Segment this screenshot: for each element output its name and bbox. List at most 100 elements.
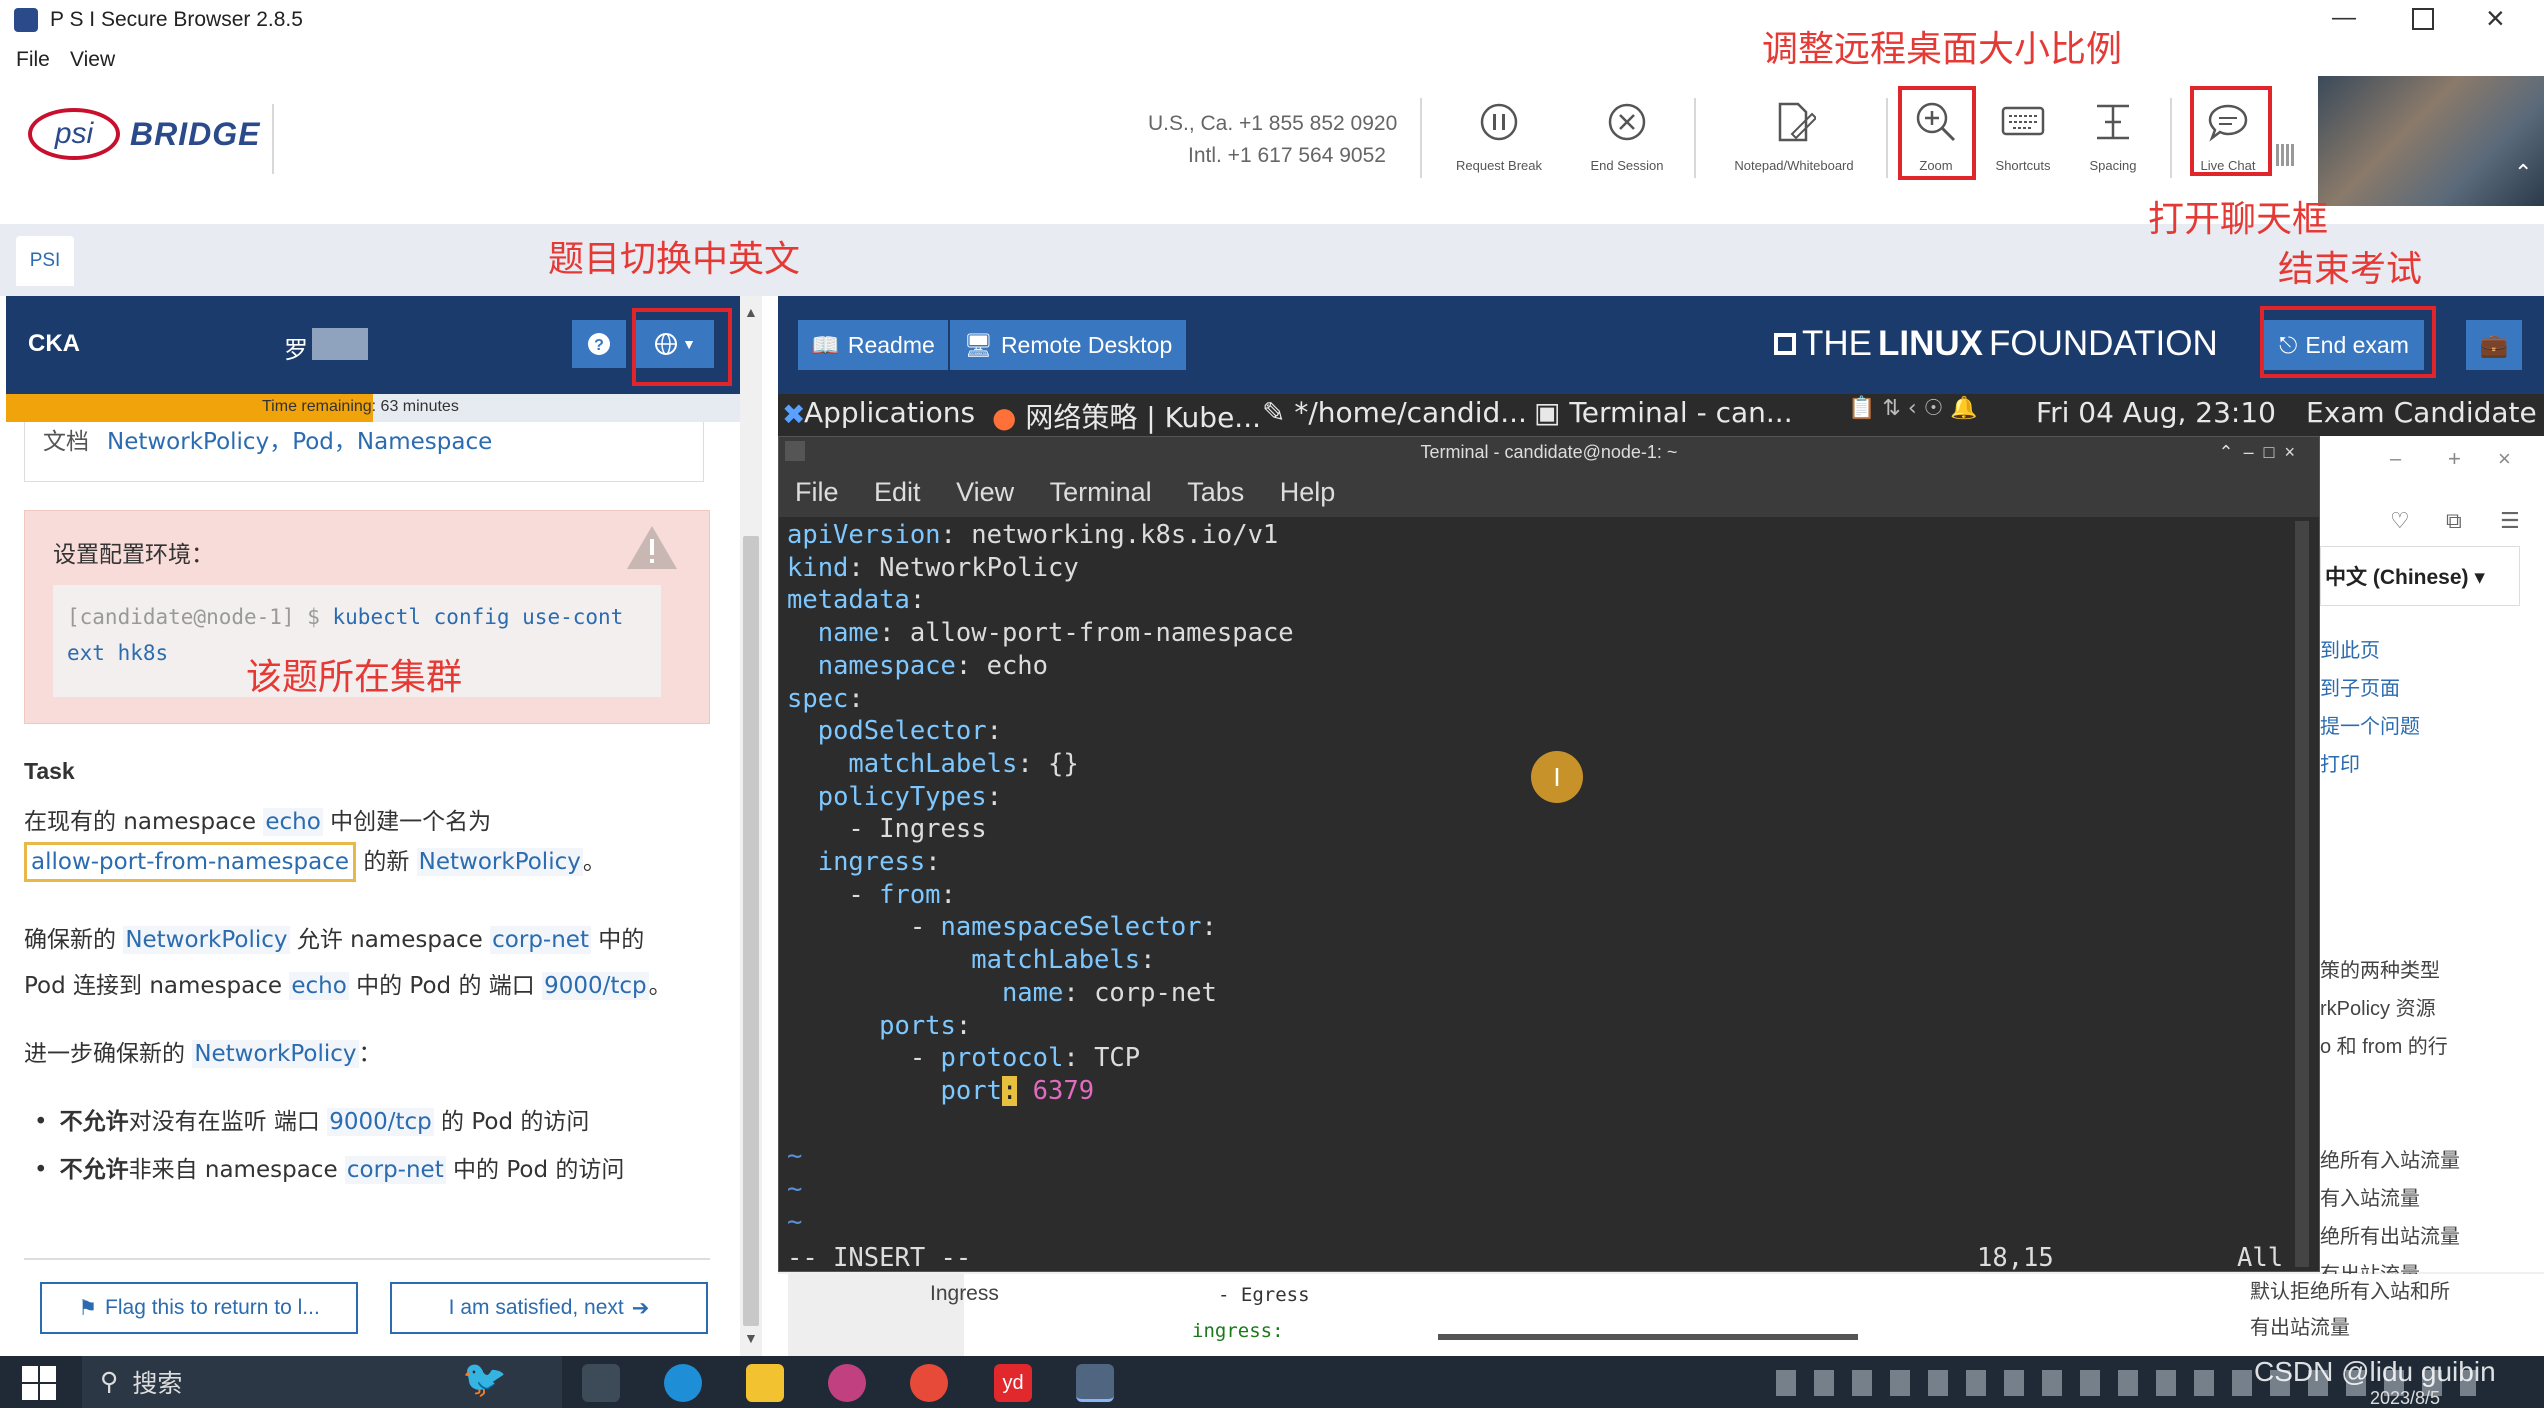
browser-maximize-icon[interactable]: + [2448,446,2461,472]
task-heading: Task [24,758,75,784]
terminal-app-icon [785,441,805,461]
para2-line-2: Pod 连接到 namespace echo 中的 Pod 的 端口 9000/… [24,972,672,1000]
menu-bar: File View [0,42,2544,82]
term-menu-file[interactable]: File [795,477,839,507]
command-line-b: ext hk8s [67,641,169,665]
timer-bar: Time remaining: 63 minutes [6,394,740,422]
spacing-button[interactable]: Spacing [2058,100,2168,173]
chrome-alt-icon[interactable] [828,1364,866,1402]
docs-links[interactable]: NetworkPolicy，Pod，Namespace [107,422,492,456]
scroll-up-icon[interactable]: ▲ [744,304,758,320]
task-editor[interactable]: ✎ */home/candid... [1262,396,1527,429]
search-icon: ⚲ [100,1368,119,1396]
briefcase-icon: 💼 [2479,331,2509,358]
policy-name-chip: allow-port-from-namespace [24,842,357,882]
bird-icon: 🐦 [462,1358,507,1399]
term-menu-view[interactable]: View [956,477,1014,507]
question-pane: CKA 罗 ? ▼ Time remaining: 63 minutes 文档 … [6,296,740,1356]
terminal-title: Terminal - candidate@node-1: ~ ⌃–□× [779,437,2319,467]
env-title: 设置配置环境： [53,542,214,568]
chrome-icon[interactable] [910,1364,948,1402]
exam-code: CKA [28,330,80,357]
help-icon: ? [588,333,610,355]
edge-icon[interactable] [664,1364,702,1402]
browser-minimize-icon[interactable]: – [2390,448,2401,471]
mouse-cursor: I [1531,751,1583,803]
contact-intl: Intl. +1 617 564 9052 [1188,144,1386,167]
browser-close-icon[interactable]: × [2498,446,2511,472]
term-menu-terminal[interactable]: Terminal [1050,477,1152,507]
xfce-icon[interactable]: ✖ [782,398,805,431]
task-line-2: allow-port-from-namespace 的新 NetworkPoli… [24,842,606,882]
scroll-down-icon[interactable]: ▼ [744,1330,758,1346]
next-button[interactable]: I am satisfied, next ➔ [390,1282,708,1334]
term-menu-tabs[interactable]: Tabs [1187,477,1244,507]
command-prompt: [candidate@node-1] $ [67,605,333,629]
side-links: 到此页 到子页面 提一个问题 打印 [2320,640,2420,776]
scroll-thumb[interactable] [743,536,759,1326]
psi-taskbar-icon[interactable] [1076,1364,1114,1402]
task-browser[interactable]: ● 网络策略 | Kube... [992,396,1261,436]
task-terminal[interactable]: ▣ Terminal - can... [1534,396,1793,429]
maximize-icon[interactable] [2412,8,2434,30]
end-session-button[interactable]: End Session [1572,100,1682,173]
terminal-scrollbar[interactable] [2295,521,2309,1267]
remote-desktop[interactable]: ✖ Applications ● 网络策略 | Kube... ✎ */home… [778,394,2544,1356]
applications-menu[interactable]: Applications [804,396,975,429]
menu-file[interactable]: File [16,48,50,72]
notepad-button[interactable]: Notepad/Whiteboard [1716,100,1872,173]
doc-scrollbar[interactable] [1438,1334,1858,1340]
request-break-button[interactable]: Request Break [1444,100,1554,173]
user-menu[interactable]: Exam Candidate [2306,396,2537,429]
file-explorer-icon[interactable] [746,1364,784,1402]
close-icon[interactable]: × [2486,0,2505,37]
briefcase-button[interactable]: 💼 [2466,320,2522,370]
psi-logo: psi [28,108,120,160]
annotation-chat: 打开聊天框 [2148,199,2329,240]
flag-button[interactable]: ⚑ Flag this to return to l... [40,1282,358,1334]
spacing-icon [2097,104,2129,140]
linux-foundation-logo: THE LINUX FOUNDATION [1774,324,2218,364]
bullet-1: • 不允许对没有在监听 端口 9000/tcp 的 Pod 的访问 [34,1108,590,1136]
term-menu-edit[interactable]: Edit [874,477,921,507]
task-view-icon[interactable] [582,1364,620,1402]
highlight-live-chat [2190,86,2272,176]
doc-side-text: 默认拒绝所有入站和所 有出站流量 [2250,1281,2450,1339]
annotation-zoom: 调整远程桌面大小比例 [1762,29,2123,70]
window-title: P S I Secure Browser 2.8.5 [50,8,303,31]
side-toc: 策的两种类型 rkPolicy 资源 o 和 from 的行 绝所有入站流量 有… [2320,960,2460,1286]
clock[interactable]: Fri 04 Aug, 23:10 [2036,396,2276,429]
youdao-icon[interactable]: yd [994,1364,1032,1402]
menu-view[interactable]: View [70,48,115,72]
name-blur [312,328,368,360]
notepad-icon [1778,102,1816,142]
monitor-icon: 🖥 [963,331,993,358]
remote-desktop-button[interactable]: 🖥 Remote Desktop [950,320,1186,370]
app-icon [14,8,38,32]
divider [24,1258,710,1260]
task-line-1: 在现有的 namespace echo 中创建一个名为 [24,808,492,836]
tab-psi[interactable]: PSI [16,236,74,286]
arrow-right-icon: ➔ [631,1296,650,1320]
term-menu-help[interactable]: Help [1280,477,1336,507]
para3: 进一步确保新的 NetworkPolicy： [24,1040,382,1068]
highlight-zoom [1898,86,1976,180]
minimize-icon[interactable]: — [2332,4,2356,32]
extension-icon[interactable]: ⧉ [2446,508,2462,534]
chevron-up-icon[interactable]: ⌃ [2514,160,2532,186]
timer-text: Time remaining: 63 minutes [262,398,459,415]
yaml-editor[interactable]: apiVersion: networking.k8s.io/v1 kind: N… [787,519,2287,1238]
terminal-window-controls[interactable]: ⌃–□× [2219,437,2305,467]
vim-status: -- INSERT -- 18,15 All [787,1243,2284,1273]
language-select[interactable]: 中文 (Chinese) ▾ [2320,546,2520,606]
terminal-window[interactable]: Terminal - candidate@node-1: ~ ⌃–□× File… [778,436,2320,1273]
windows-start-icon[interactable] [22,1366,56,1400]
help-button[interactable]: ? [572,320,626,368]
left-scrollbar[interactable]: ▲ ▼ [740,296,762,1356]
readme-button[interactable]: 📖 Readme [798,320,948,370]
bullet-2: • 不允许非来自 namespace corp-net 中的 Pod 的访问 [34,1156,625,1184]
bridge-logo: BRIDGE [130,116,261,152]
pocket-icon[interactable]: ♡ [2390,508,2410,534]
annotation-end: 结束考试 [2278,249,2423,290]
menu-icon[interactable]: ☰ [2500,508,2520,534]
